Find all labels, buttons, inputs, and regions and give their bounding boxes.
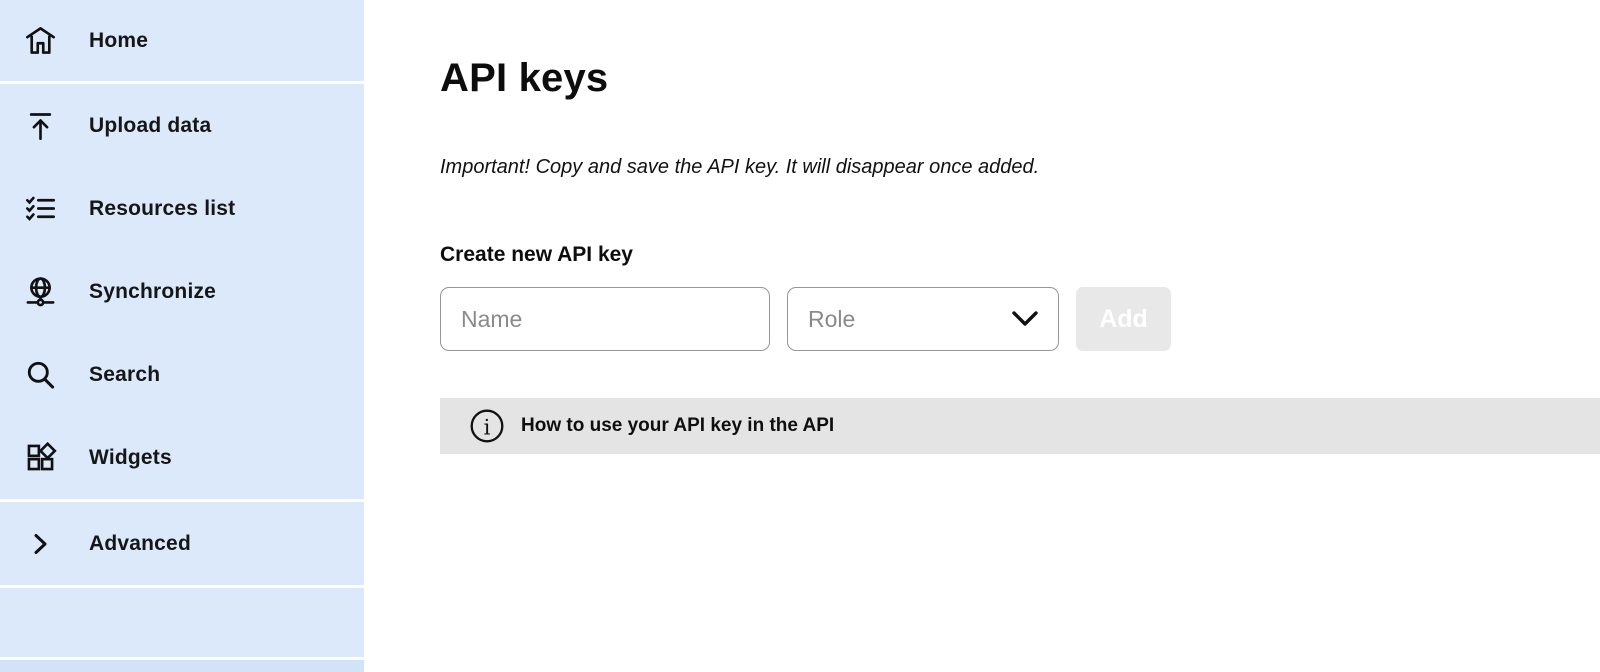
- sidebar-item-upload-data[interactable]: Upload data: [0, 84, 364, 167]
- sidebar: Home Upload data Resources list Synchron…: [0, 0, 364, 672]
- svg-text:i: i: [484, 416, 491, 440]
- help-banner-text: How to use your API key in the API: [521, 415, 835, 436]
- sidebar-item-label: Advanced: [89, 531, 191, 555]
- info-icon: i: [470, 409, 504, 443]
- checklist-icon: [23, 192, 57, 226]
- sidebar-item-label: Synchronize: [89, 279, 217, 303]
- sidebar-item-label: Upload data: [89, 113, 212, 137]
- create-api-key-form: Role Add: [440, 287, 1600, 351]
- home-icon: [23, 24, 57, 58]
- widgets-icon: [23, 441, 57, 475]
- globe-network-icon: [23, 275, 57, 309]
- api-key-name-input[interactable]: [440, 287, 770, 351]
- add-button[interactable]: Add: [1076, 287, 1171, 351]
- search-icon: [23, 358, 57, 392]
- upload-icon: [23, 109, 57, 143]
- page-title: API keys: [440, 56, 609, 100]
- main-content: API keys Important! Copy and save the AP…: [364, 0, 1600, 672]
- sidebar-item-widgets[interactable]: Widgets: [0, 416, 364, 499]
- app-window: Home Upload data Resources list Synchron…: [0, 0, 1600, 672]
- chevron-down-icon: [1010, 311, 1040, 327]
- role-select-value: Role: [808, 305, 856, 332]
- sidebar-item-label: Resources list: [89, 196, 236, 220]
- api-key-help-banner[interactable]: i How to use your API key in the API: [440, 398, 1600, 454]
- api-key-warning-text: Important! Copy and save the API key. It…: [440, 156, 1040, 178]
- create-api-key-heading: Create new API key: [440, 243, 633, 266]
- sidebar-item-search[interactable]: Search: [0, 333, 364, 416]
- sidebar-item-resources-list[interactable]: Resources list: [0, 167, 364, 250]
- chevron-right-icon: [23, 527, 57, 561]
- sidebar-item-advanced[interactable]: Advanced: [0, 499, 364, 588]
- sidebar-filler: [0, 588, 364, 657]
- sidebar-item-home[interactable]: Home: [0, 0, 364, 84]
- sidebar-item-synchronize[interactable]: Synchronize: [0, 250, 364, 333]
- sidebar-bottom-strip: [0, 657, 364, 672]
- sidebar-item-label: Home: [89, 28, 149, 52]
- sidebar-item-label: Widgets: [89, 445, 172, 469]
- sidebar-item-label: Search: [89, 362, 161, 386]
- role-select[interactable]: Role: [787, 287, 1059, 351]
